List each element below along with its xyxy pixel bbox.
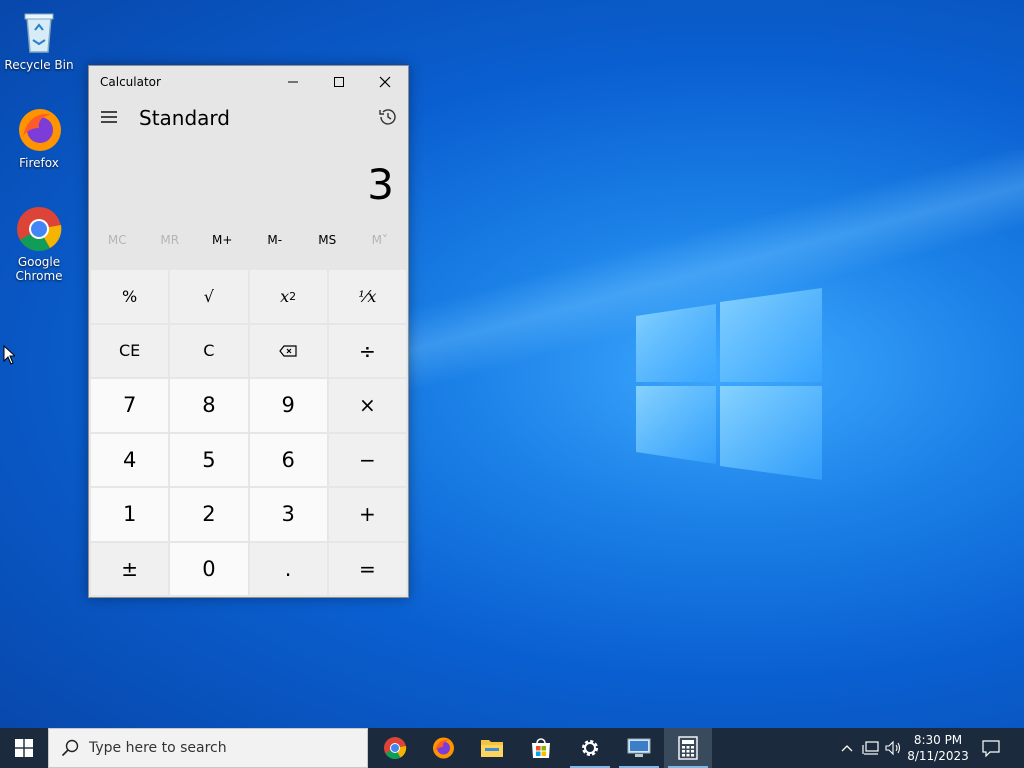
desktop-icon-chrome[interactable]: Google Chrome: [1, 205, 77, 283]
history-icon: [379, 109, 396, 125]
digit-2-button[interactable]: 2: [170, 488, 248, 541]
settings-icon: [582, 740, 598, 756]
percent-button[interactable]: %: [91, 270, 169, 323]
chrome-icon: [384, 737, 407, 759]
maximize-icon: [334, 77, 344, 87]
firefox-icon: [433, 737, 454, 759]
taskbar-search-box[interactable]: Type here to search: [48, 728, 368, 768]
digit-3-button[interactable]: 3: [249, 488, 327, 541]
menu-button[interactable]: [99, 106, 121, 128]
equals-button[interactable]: =: [328, 542, 406, 595]
file-explorer-icon: [481, 740, 503, 757]
desktop-icon-label: Google Chrome: [15, 255, 63, 283]
taskbar-store[interactable]: [517, 728, 565, 768]
network-button[interactable]: [861, 738, 881, 758]
keypad: % √ x2 ⅟x CE C ÷ 7 8 9 × 4 5 6 − 1 2 3 +…: [91, 270, 406, 595]
square-root-button[interactable]: √: [170, 270, 248, 323]
memory-clear-button[interactable]: MC: [91, 223, 144, 257]
desktop-icon-recycle-bin[interactable]: Recycle Bin: [1, 8, 77, 72]
action-center-button[interactable]: [981, 738, 1001, 758]
chevron-up-icon: [841, 745, 853, 752]
memory-store-button[interactable]: MS: [301, 223, 354, 257]
search-icon: [61, 739, 79, 757]
digit-0-button[interactable]: 0: [170, 542, 248, 595]
desktop-icon-firefox[interactable]: Firefox: [1, 106, 77, 170]
divide-button[interactable]: ÷: [328, 324, 406, 377]
mouse-cursor-icon: [3, 345, 15, 365]
history-button[interactable]: [376, 105, 400, 129]
digit-7-button[interactable]: 7: [91, 379, 169, 432]
close-button[interactable]: [362, 66, 408, 98]
clear-button[interactable]: C: [170, 324, 248, 377]
volume-button[interactable]: [884, 738, 904, 758]
windows-start-icon: [15, 739, 33, 757]
search-placeholder: Type here to search: [89, 740, 227, 756]
digit-5-button[interactable]: 5: [170, 433, 248, 486]
taskbar-settings[interactable]: [566, 728, 614, 768]
decimal-button[interactable]: .: [249, 542, 327, 595]
taskbar-chrome[interactable]: [371, 728, 419, 768]
digit-8-button[interactable]: 8: [170, 379, 248, 432]
taskbar-calculator[interactable]: [664, 728, 712, 768]
taskbar-clock[interactable]: 8:30 PM 8/11/2023: [906, 732, 970, 764]
taskbar-remote-desktop[interactable]: [615, 728, 663, 768]
calculator-header: Standard: [89, 98, 408, 138]
maximize-button[interactable]: [316, 66, 362, 98]
show-hidden-icons-button[interactable]: [837, 738, 857, 758]
memory-add-button[interactable]: M+: [196, 223, 249, 257]
add-button[interactable]: +: [328, 488, 406, 541]
memory-row: MC MR M+ M- MS M˅: [89, 223, 408, 257]
digit-6-button[interactable]: 6: [249, 433, 327, 486]
multiply-button[interactable]: ×: [328, 379, 406, 432]
result-display: 3: [89, 138, 408, 223]
firefox-icon: [15, 106, 63, 154]
network-icon: [862, 741, 879, 755]
clock-date: 8/11/2023: [907, 749, 969, 763]
window-title: Calculator: [100, 75, 161, 89]
reciprocal-button[interactable]: ⅟x: [328, 270, 406, 323]
backspace-button[interactable]: [249, 324, 327, 377]
taskbar: Type here to search 8:30 PM 8/11/2023: [0, 728, 1024, 768]
display-value: 3: [367, 160, 394, 209]
memory-recall-button[interactable]: MR: [144, 223, 197, 257]
remote-desktop-icon: [627, 738, 651, 757]
volume-icon: [885, 740, 901, 756]
close-icon: [379, 76, 391, 88]
minimize-icon: [288, 81, 298, 83]
digit-1-button[interactable]: 1: [91, 488, 169, 541]
clear-entry-button[interactable]: CE: [91, 324, 169, 377]
notification-icon: [982, 740, 1000, 757]
backspace-icon: [279, 345, 297, 357]
subtract-button[interactable]: −: [328, 433, 406, 486]
clock-time: 8:30 PM: [913, 733, 963, 747]
digit-9-button[interactable]: 9: [249, 379, 327, 432]
calculator-window: Calculator Standard 3 MC MR M+ M- MS M˅ …: [88, 65, 409, 598]
minimize-button[interactable]: [270, 66, 316, 98]
store-icon: [532, 738, 550, 758]
hamburger-icon: [101, 111, 117, 123]
windows-logo-wallpaper: [636, 288, 822, 480]
taskbar-file-explorer[interactable]: [468, 728, 516, 768]
mode-title: Standard: [139, 106, 230, 130]
calculator-icon: [678, 736, 698, 760]
taskbar-firefox[interactable]: [419, 728, 467, 768]
memory-subtract-button[interactable]: M-: [249, 223, 302, 257]
memory-list-button[interactable]: M˅: [354, 223, 407, 257]
desktop-icon-label: Firefox: [19, 156, 59, 170]
chrome-icon: [15, 205, 63, 253]
square-exponent: 2: [289, 289, 297, 303]
negate-button[interactable]: ±: [91, 542, 169, 595]
square-button[interactable]: x2: [249, 270, 327, 323]
digit-4-button[interactable]: 4: [91, 433, 169, 486]
title-bar[interactable]: Calculator: [89, 66, 408, 98]
start-button[interactable]: [0, 728, 48, 768]
recycle-bin-icon: [15, 8, 63, 56]
square-base: x: [280, 286, 290, 306]
desktop-icon-label: Recycle Bin: [4, 58, 74, 72]
